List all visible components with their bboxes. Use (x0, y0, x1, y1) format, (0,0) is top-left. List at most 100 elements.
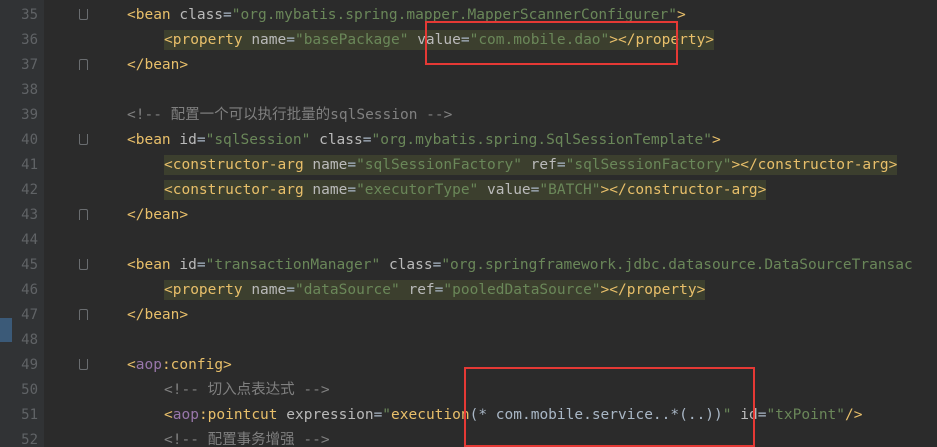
code-token: = (196, 257, 206, 273)
code-token: <bean (127, 7, 180, 23)
code-token: ref (530, 157, 557, 173)
code-line[interactable]: 48 (0, 328, 937, 353)
code-token: <!-- 配置事务增强 --> (164, 432, 330, 447)
line-number: 37 (21, 57, 38, 73)
code-token: class (179, 7, 224, 23)
code-token: "sqlSessionFactory" (356, 157, 522, 173)
code-line[interactable]: 40 <bean id="sqlSession" class="org.mybat… (0, 128, 937, 153)
fold-end-icon[interactable] (79, 209, 88, 220)
code-editor[interactable]: 35 <bean class="org.mybatis.spring.mapper… (0, 0, 937, 447)
code-content: <bean id="transactionManager" class="org… (127, 257, 913, 273)
code-line[interactable]: 43 </bean> (0, 203, 937, 228)
line-number: 44 (21, 232, 38, 248)
line-number: 35 (21, 7, 38, 23)
code-token: = (373, 407, 383, 423)
code-token: :config> (161, 357, 232, 373)
code-text: <bean id="transactionManager" class="org… (127, 253, 913, 278)
code-token: ref (408, 282, 435, 298)
line-number: 40 (21, 132, 38, 148)
code-token: expression (286, 407, 374, 423)
code-line[interactable]: 46 <property name="dataSource" ref="poole… (0, 278, 937, 303)
code-token: <property (164, 32, 252, 48)
code-token: </bean> (127, 307, 189, 323)
code-token: = (223, 7, 232, 23)
code-token: <constructor-arg (164, 157, 313, 173)
pointcut-expression-highlight (464, 367, 755, 447)
code-token: "sqlSessionFactory" (565, 157, 732, 173)
code-text: </bean> (127, 53, 188, 78)
tag-match-highlight: <property name="dataSource" ref="pooledD… (164, 280, 706, 300)
fold-start-icon[interactable] (79, 359, 88, 370)
line-number: 46 (21, 282, 38, 298)
code-token: < (127, 357, 136, 373)
code-content: </bean> (127, 57, 188, 73)
code-content: <aop:config> (127, 357, 232, 373)
line-number: 51 (21, 407, 38, 423)
code-text: </bean> (127, 303, 188, 328)
line-number: 42 (21, 182, 38, 198)
code-token: = (286, 282, 295, 298)
code-text: <!-- 切入点表达式 --> (164, 378, 330, 403)
code-line[interactable]: 42 <constructor-arg name="executorType" v… (0, 178, 937, 203)
tag-match-highlight: <constructor-arg name="executorType" val… (164, 180, 767, 200)
code-token: value (487, 182, 531, 198)
code-line[interactable]: 44 (0, 228, 937, 253)
code-text: <!-- 配置事务增强 --> (164, 428, 330, 447)
code-token: aop (135, 357, 162, 373)
fold-start-icon[interactable] (79, 259, 88, 270)
line-number: 39 (21, 107, 38, 123)
line-number: 49 (21, 357, 38, 373)
line-number: 36 (21, 32, 38, 48)
code-content: <!-- 配置一个可以执行批量的sqlSession --> (127, 107, 452, 123)
code-token: execution (391, 407, 470, 423)
code-token: </bean> (127, 57, 189, 73)
code-text: <constructor-arg name="executorType" val… (164, 178, 767, 203)
code-token: :pointcut (198, 407, 287, 423)
code-token: name (251, 32, 287, 48)
line-number: 45 (21, 257, 38, 273)
code-token: name (312, 157, 348, 173)
fold-start-icon[interactable] (79, 9, 88, 20)
code-token: <bean (127, 132, 180, 148)
code-token: < (164, 407, 173, 423)
code-token: <!-- 切入点表达式 --> (164, 382, 330, 398)
code-token: </bean> (127, 207, 189, 223)
code-line[interactable]: 47 </bean> (0, 303, 937, 328)
line-number: 50 (21, 382, 38, 398)
code-token: = (347, 157, 357, 173)
code-token: ></property> (600, 282, 706, 298)
code-token: " (382, 407, 392, 423)
code-token: id (179, 132, 197, 148)
fold-start-icon[interactable] (79, 134, 88, 145)
code-text: <property name="dataSource" ref="pooledD… (164, 278, 706, 303)
code-token: name (312, 182, 348, 198)
code-token: = (347, 182, 357, 198)
code-token: id (179, 257, 197, 273)
code-line[interactable]: 41 <constructor-arg name="sqlSessionFacto… (0, 153, 937, 178)
fold-end-icon[interactable] (79, 59, 88, 70)
code-token: <bean (127, 257, 180, 273)
code-token: "transactionManager" (205, 257, 381, 273)
code-token: "dataSource" (294, 282, 400, 298)
code-text: <!-- 配置一个可以执行批量的sqlSession --> (127, 103, 452, 128)
code-token: > (677, 7, 686, 23)
code-line[interactable]: 39 <!-- 配置一个可以执行批量的sqlSession --> (0, 103, 937, 128)
code-content: <!-- 配置事务增强 --> (164, 432, 330, 447)
base-package-value-highlight (425, 21, 678, 65)
code-token: ></constructor-arg> (600, 182, 767, 198)
fold-end-icon[interactable] (79, 309, 88, 320)
code-content: <!-- 切入点表达式 --> (164, 382, 330, 398)
code-line[interactable]: 45 <bean id="transactionManager" class="o… (0, 253, 937, 278)
code-token: aop (172, 407, 199, 423)
code-token: class (388, 257, 433, 273)
code-token: name (251, 282, 287, 298)
code-token: <property (164, 282, 252, 298)
code-line[interactable]: 38 (0, 78, 937, 103)
code-text: </bean> (127, 203, 188, 228)
code-token: ></constructor-arg> (731, 157, 898, 173)
code-token: "txPoint" (766, 407, 846, 423)
code-text: <aop:config> (127, 353, 232, 378)
